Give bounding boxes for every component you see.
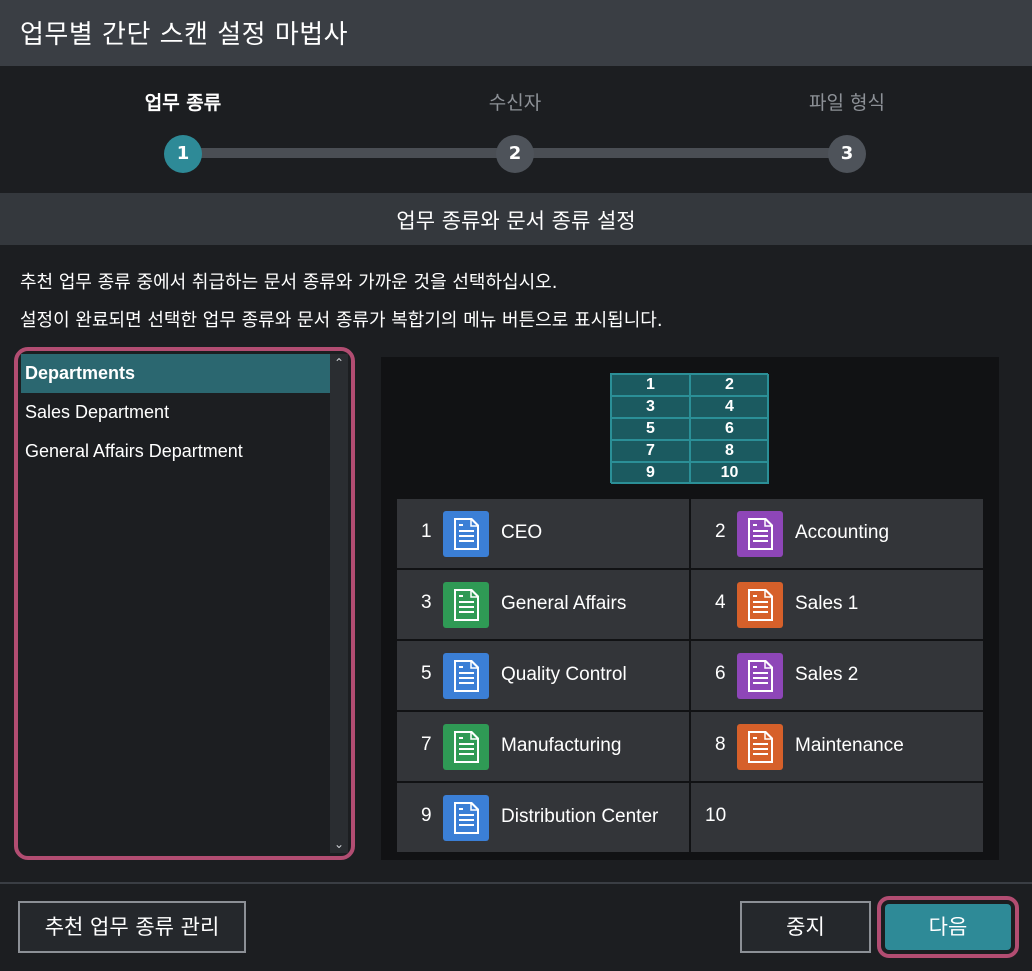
menu-button-5: 5 Quality Control: [397, 641, 689, 710]
menu-button-number: 9: [421, 805, 432, 826]
step-dot-1: 1: [164, 135, 202, 173]
document-icon: [737, 582, 783, 628]
menu-button-label: Sales 2: [795, 664, 859, 685]
layout-map-cell: 8: [690, 440, 769, 462]
layout-map-cell: 2: [690, 374, 769, 396]
business-type-list[interactable]: Departments Sales Department General Aff…: [14, 347, 355, 860]
menu-button-2: 2 Accounting: [691, 499, 983, 568]
next-button-highlight: 다음: [877, 896, 1019, 958]
menu-button-number: 6: [715, 663, 726, 684]
layout-map-cell: 10: [690, 462, 769, 484]
menu-button-1: 1 CEO: [397, 499, 689, 568]
window-title: 업무별 간단 스캔 설정 마법사: [20, 20, 349, 50]
menu-button-6: 6 Sales 2: [691, 641, 983, 710]
menu-button-label: Distribution Center: [501, 806, 659, 827]
menu-button-label: Sales 1: [795, 593, 859, 614]
menu-button-number: 4: [715, 592, 726, 613]
layout-map-cell: 7: [611, 440, 690, 462]
layout-map-cell: 3: [611, 396, 690, 418]
scroll-down-icon[interactable]: ⌄: [330, 837, 348, 851]
step-label-3: 파일 형식: [809, 92, 885, 114]
document-icon: [737, 511, 783, 557]
menu-button-8: 8 Maintenance: [691, 712, 983, 781]
menu-button-number: 8: [715, 734, 726, 755]
section-title: 업무 종류와 문서 종류 설정: [396, 209, 636, 233]
menu-button-7: 7 Manufacturing: [397, 712, 689, 781]
menu-button-label: Maintenance: [795, 735, 904, 756]
layout-map-cell: 9: [611, 462, 690, 484]
menu-button-number: 10: [705, 805, 727, 826]
document-icon: [737, 653, 783, 699]
menu-preview-panel: 1 2 3 4 5 6 7 8 9 10 1 CEO 2 Accounting …: [381, 357, 999, 860]
layout-map-cell: 1: [611, 374, 690, 396]
layout-map-cell: 5: [611, 418, 690, 440]
layout-map-cell: 4: [690, 396, 769, 418]
menu-button-label: Manufacturing: [501, 735, 622, 756]
menu-button-number: 2: [715, 521, 726, 542]
layout-map: 1 2 3 4 5 6 7 8 9 10: [610, 373, 769, 484]
list-scrollbar[interactable]: ⌃ ⌄: [330, 354, 348, 853]
step-dot-3: 3: [828, 135, 866, 173]
description-line-1: 추천 업무 종류 중에서 취급하는 문서 종류와 가까운 것을 선택하십시오.: [20, 272, 558, 293]
document-icon: [443, 795, 489, 841]
step-indicator: [0, 66, 1032, 192]
document-icon: [737, 724, 783, 770]
menu-button-label: CEO: [501, 522, 543, 543]
list-item-general-affairs-department[interactable]: General Affairs Department: [21, 432, 333, 471]
menu-button-9: 9 Distribution Center: [397, 783, 689, 852]
step-dot-2: 2: [496, 135, 534, 173]
manage-recommended-types-button[interactable]: 추천 업무 종류 관리: [18, 901, 246, 953]
menu-button-number: 1: [421, 521, 432, 542]
menu-button-4: 4 Sales 1: [691, 570, 983, 639]
list-item-departments[interactable]: Departments: [21, 354, 333, 393]
menu-button-label: General Affairs: [501, 593, 627, 614]
title-bar: 업무별 간단 스캔 설정 마법사: [0, 0, 1032, 66]
step-label-2: 수신자: [488, 92, 542, 114]
document-icon: [443, 653, 489, 699]
document-icon: [443, 511, 489, 557]
next-button[interactable]: 다음: [885, 904, 1011, 950]
list-item-sales-department[interactable]: Sales Department: [21, 393, 333, 432]
footer-divider: [0, 882, 1032, 884]
document-icon: [443, 724, 489, 770]
menu-button-label: Accounting: [795, 522, 890, 543]
layout-map-cell: 6: [690, 418, 769, 440]
step-label-1: 업무 종류: [144, 92, 222, 114]
menu-button-10: 10: [691, 783, 983, 852]
menu-button-label: Quality Control: [501, 664, 627, 685]
scroll-up-icon[interactable]: ⌃: [330, 356, 348, 370]
description-line-2: 설정이 완료되면 선택한 업무 종류와 문서 종류가 복합기의 메뉴 버튼으로 …: [20, 310, 663, 331]
document-icon: [443, 582, 489, 628]
menu-button-number: 7: [421, 734, 432, 755]
menu-button-number: 3: [421, 592, 432, 613]
cancel-button[interactable]: 중지: [740, 901, 871, 953]
menu-button-grid: 1 CEO 2 Accounting 3 General Affairs 4 S…: [397, 499, 983, 854]
menu-button-number: 5: [421, 663, 432, 684]
section-header: 업무 종류와 문서 종류 설정: [0, 193, 1032, 245]
menu-button-3: 3 General Affairs: [397, 570, 689, 639]
